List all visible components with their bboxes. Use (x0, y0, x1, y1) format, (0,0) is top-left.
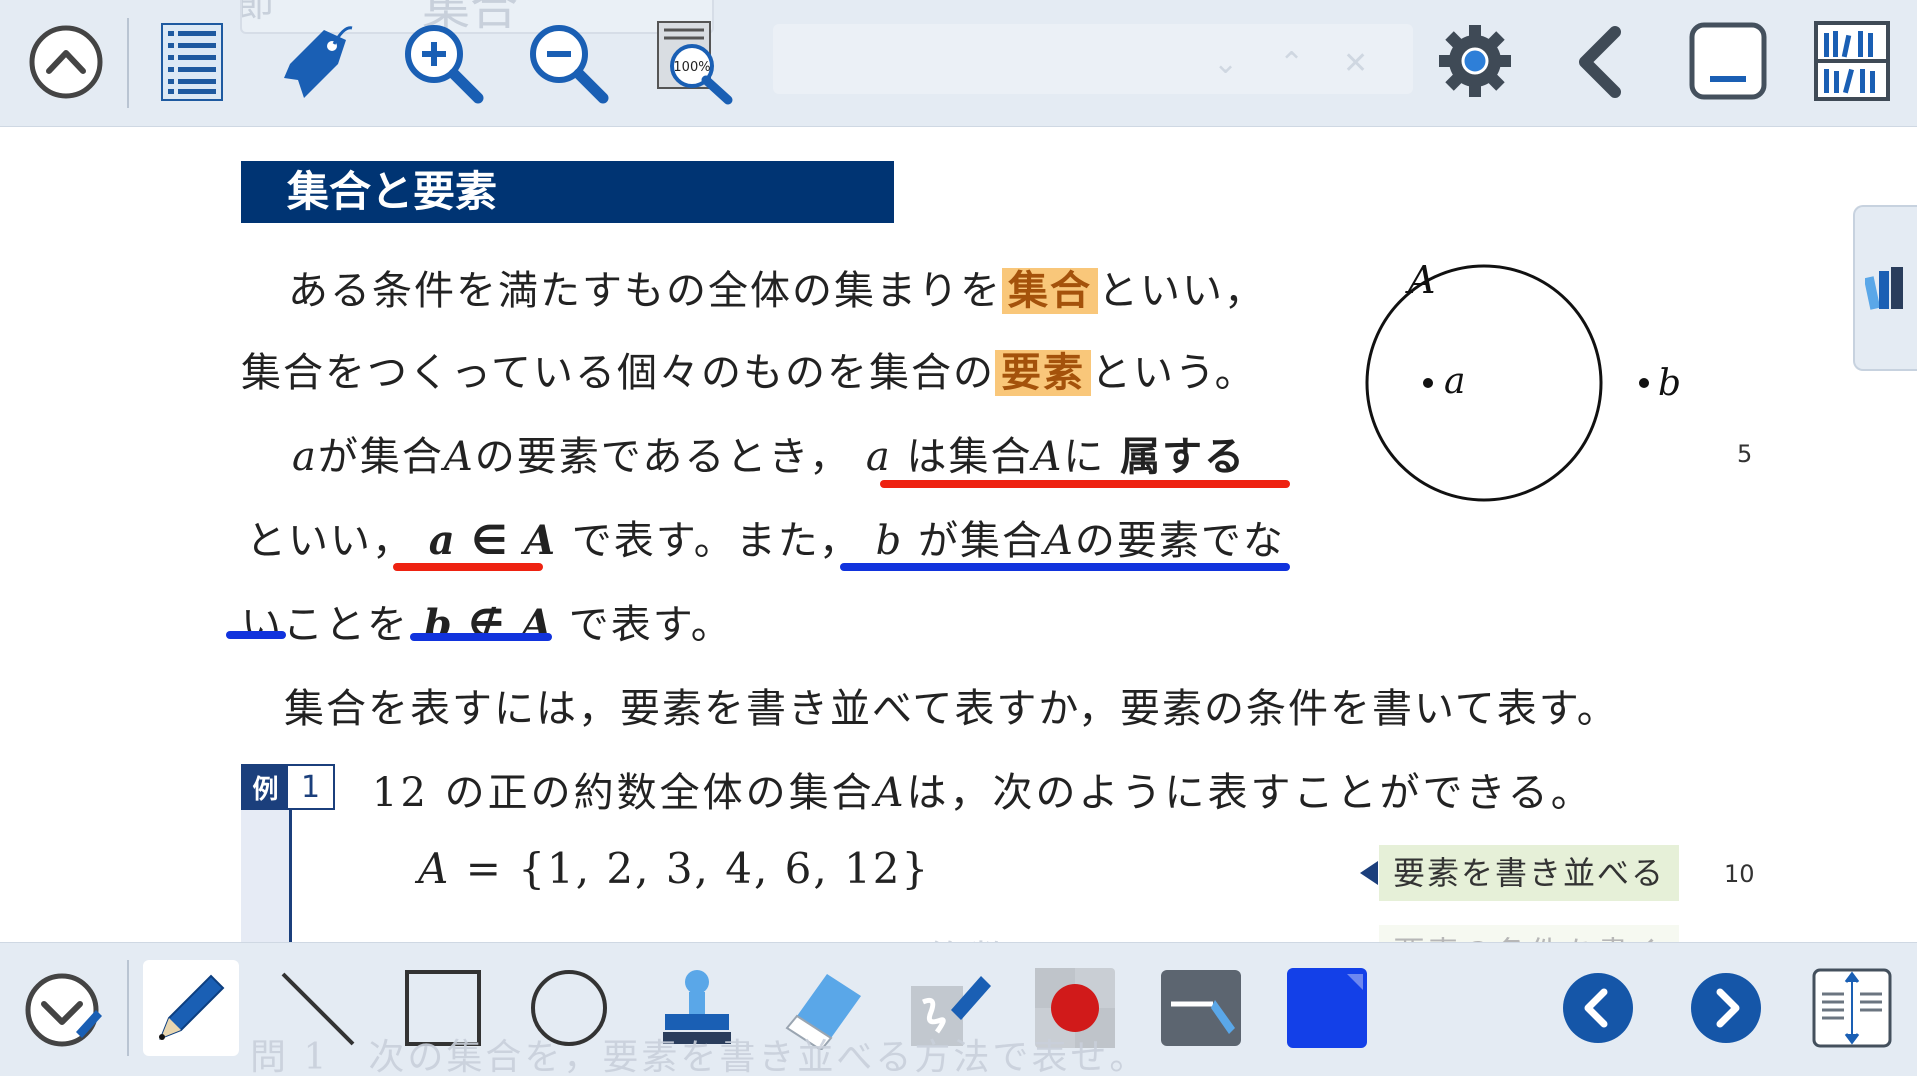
line3-text-b: が集合 (317, 434, 444, 480)
toolbar-divider (127, 18, 129, 108)
var-A: A (443, 434, 475, 480)
diagram-point-a-label: a (1444, 361, 1465, 402)
pen-icon[interactable] (145, 962, 237, 1054)
books-icon (1865, 267, 1903, 310)
back-chevron-icon[interactable] (1568, 22, 1634, 102)
search-clear-icon: ✕ (1343, 46, 1369, 81)
red-underline-belongs (880, 480, 1290, 488)
point-a-dot (1423, 378, 1433, 388)
highlight-term-element: 要素 (995, 350, 1091, 396)
blue-underline-i (226, 631, 286, 639)
line5-text-b: ことを (283, 602, 409, 648)
bottom-toolbar-divider (127, 960, 129, 1056)
paragraph-line-4: といい， a ∈ A で表す。また， b が集合Aの要素でな (246, 508, 1285, 566)
exercise-ghost-overlay: 問 1 次の集合を，要素を書き並べる方法で表せ。 (250, 1037, 1149, 1078)
highlight-term-set: 集合 (1002, 268, 1098, 314)
line1-text-a: ある条件を満たすもの全体の集まりを (288, 268, 1002, 314)
note-arrow-icon (1360, 861, 1378, 885)
red-underline-expr (393, 563, 543, 571)
example-badge-number: 1 (288, 766, 333, 808)
collapse-up-icon[interactable] (24, 20, 108, 104)
settings-gear-icon[interactable] (1432, 18, 1518, 104)
line-width-icon[interactable] (1156, 962, 1246, 1054)
set-rhs: = {1, 2, 3, 4, 6, 12} (465, 844, 931, 893)
bold-term-belongs: 属する (1120, 434, 1247, 480)
element-of-symbol: ∈ (471, 518, 510, 564)
line4-text-f: の要素でな (1074, 518, 1285, 564)
section-heading: 集合と要素 (241, 161, 894, 223)
paragraph-line-1: ある条件を満たすもの全体の集まりを 集合 といい， (288, 258, 1266, 316)
line1-text-b: といい， (1098, 268, 1266, 314)
bookshelf-icon[interactable] (1812, 18, 1892, 104)
example-text-b: は，次のように表すことができる。 (906, 770, 1594, 816)
paragraph-line-3: aが集合Aの要素であるとき， a は集合Aに 属する (292, 424, 1246, 482)
example-var-A: A (874, 770, 907, 816)
blue-underline-notin-expr (410, 633, 552, 641)
ghost-section-badge: 節 (242, 0, 274, 27)
next-page-icon[interactable] (1684, 966, 1768, 1050)
search-down-chevron-icon: ⌄ (1213, 46, 1239, 81)
line2-text-a: 集合をつくっている個々のものを集合の (241, 350, 995, 396)
expr-a: a (428, 517, 457, 564)
set-lhs: A (418, 844, 451, 893)
var-a: a (292, 434, 318, 480)
line-number-5: 5 (1737, 440, 1753, 468)
paragraph-line-5: いことを b ∉ A で表す。 (241, 592, 733, 650)
minimize-window-icon[interactable] (1686, 20, 1770, 102)
example-badge-label: 例 (243, 766, 288, 808)
example-badge: 例 1 (241, 764, 335, 810)
search-up-chevron-icon: ⌃ (1279, 46, 1305, 81)
line4-text-b: で表す。また， (571, 518, 861, 564)
note-listing: 要素を書き並べる (1379, 845, 1680, 901)
example-text-a: 12 の正の約数全体の集合 (372, 770, 875, 816)
fit-page-icon[interactable] (1810, 966, 1894, 1050)
example-side-bar (241, 810, 292, 950)
prev-page-icon[interactable] (1556, 966, 1640, 1050)
zoom-in-icon[interactable] (400, 20, 486, 106)
point-b-dot (1639, 378, 1649, 388)
line5-text-c: で表す。 (568, 602, 733, 648)
search-field-ghost: ⌄ ⌃ ✕ (773, 24, 1413, 94)
var-A-2: A (1032, 434, 1064, 480)
top-toolbar: 節 集合 100% ⌄ ⌃ ✕ (0, 0, 1917, 127)
line4-text-d: が集合 (917, 518, 1044, 564)
diagram-set-label: A (1405, 258, 1435, 302)
example-text: 12 の正の約数全体の集合Aは，次のように表すことができる。 (372, 760, 1594, 818)
var-b: b (875, 518, 904, 564)
line2-text-b: という。 (1091, 350, 1257, 396)
blue-underline-not-element (840, 563, 1290, 571)
paragraph-line-2: 集合をつくっている個々のものを集合の 要素 という。 (241, 340, 1257, 398)
set-circle (1365, 264, 1603, 502)
zoom-out-icon[interactable] (525, 20, 611, 106)
color-swatch-icon[interactable] (1282, 962, 1372, 1054)
toc-list-icon[interactable] (155, 18, 229, 106)
collapse-down-icon[interactable] (22, 968, 106, 1052)
var-a-2: a (865, 434, 892, 480)
diagram-point-b-label: b (1658, 363, 1681, 404)
not-element-of-symbol: ∉ (468, 602, 507, 648)
paragraph-line-6: 集合を表すには，要素を書き並べて表すか，要素の条件を書いて表す。 (284, 686, 1619, 732)
line5-text-a: い (241, 602, 283, 648)
set-diagram: A a b (1365, 258, 1681, 502)
zoom-100-icon[interactable]: 100% (652, 18, 738, 106)
line4-text-a: といい， (246, 518, 414, 564)
expr-A: A (523, 517, 557, 564)
line3-text-d: の要素であるとき， (474, 434, 852, 480)
line3-text-h: に (1063, 434, 1106, 480)
zoom-100-label: 100% (673, 60, 710, 75)
set-listing-expression: A = {1, 2, 3, 4, 6, 12} (418, 844, 930, 893)
bookshelf-side-tab[interactable] (1853, 205, 1917, 371)
bookmark-icon[interactable] (272, 20, 356, 104)
var-A-3: A (1043, 518, 1075, 564)
line3-text-f: は集合 (906, 434, 1033, 480)
line-number-10: 10 (1724, 860, 1755, 888)
